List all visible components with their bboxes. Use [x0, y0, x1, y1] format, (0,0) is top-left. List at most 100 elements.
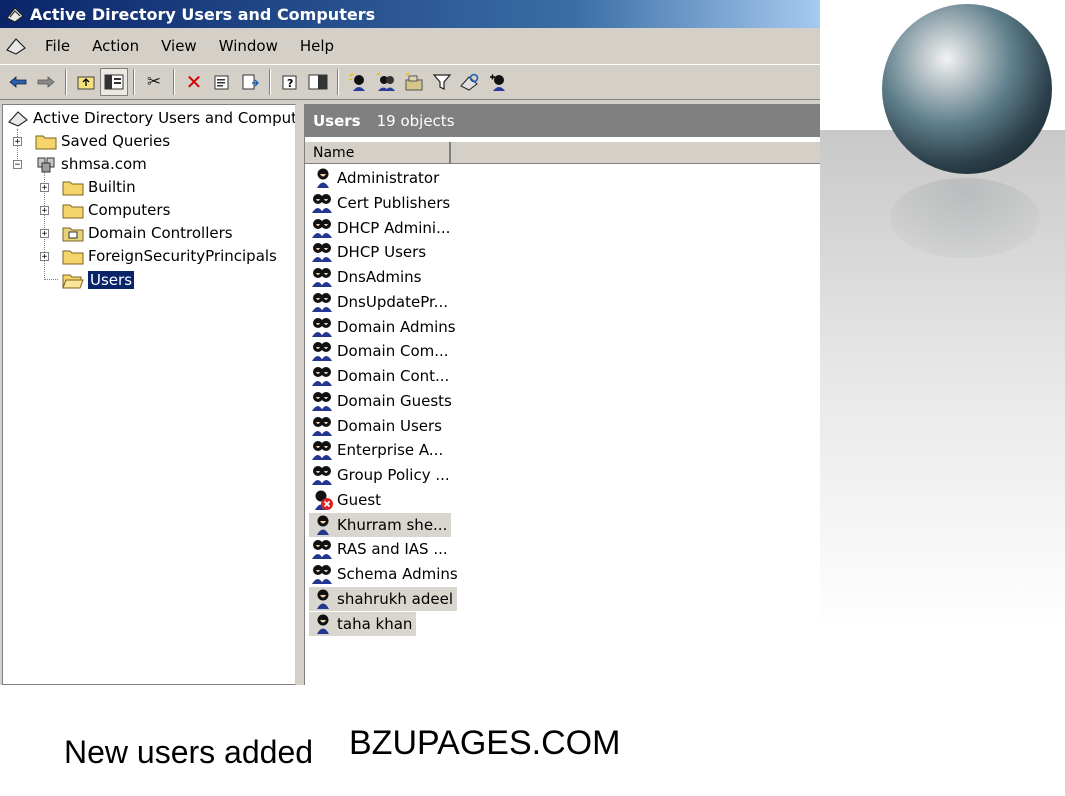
console-tree-icon[interactable]	[304, 68, 332, 96]
list-item-label: Cert Publishers	[337, 193, 451, 212]
tree-item-domain[interactable]: shmsa.com	[35, 153, 147, 175]
tree-item-users[interactable]: Users	[62, 269, 135, 291]
list-item-label: taha khan	[337, 614, 413, 633]
list-item-label: Domain Guests	[337, 391, 452, 410]
menu-file[interactable]: File	[34, 37, 81, 55]
show-hide-tree-icon[interactable]	[100, 68, 128, 96]
menu-action[interactable]: Action	[81, 37, 150, 55]
tree-item-computers[interactable]: Computers	[62, 199, 170, 221]
list-item[interactable]: taha khan	[309, 611, 417, 636]
toolbar-separator	[65, 69, 67, 95]
properties-icon[interactable]	[208, 68, 236, 96]
expand-builtin-icon[interactable]: +	[40, 183, 49, 193]
folder-icon	[62, 181, 84, 196]
list-item[interactable]: DHCP Users	[309, 240, 426, 264]
group-icon	[309, 390, 335, 412]
group-icon	[309, 217, 335, 239]
list-item[interactable]: RAS and IAS ...	[309, 537, 448, 561]
group-icon	[309, 365, 335, 387]
tree-item-foreign-security-principals[interactable]: ForeignSecurityPrincipals	[62, 245, 277, 267]
forward-arrow-icon[interactable]	[32, 68, 60, 96]
tree-item-domain-controllers[interactable]: Domain Controllers	[62, 222, 233, 244]
tree-item-saved-queries[interactable]: Saved Queries	[35, 130, 170, 152]
back-arrow-icon[interactable]	[4, 68, 32, 96]
tree-root-node[interactable]: Active Directory Users and Computer	[7, 107, 296, 129]
cut-icon[interactable]: ✂	[140, 68, 168, 96]
collapse-domain-icon[interactable]: −	[13, 160, 22, 170]
tree-item-label: Builtin	[88, 178, 136, 196]
column-header-name[interactable]: Name	[307, 142, 451, 163]
tree-item-label: Saved Queries	[61, 132, 171, 150]
list-item[interactable]: Group Policy ...	[309, 463, 450, 487]
list-item[interactable]: Domain Admins	[309, 315, 456, 339]
folder-icon	[35, 135, 57, 150]
container-title: Users	[313, 111, 361, 130]
console-menu-icon[interactable]	[4, 34, 28, 58]
list-item-label: DHCP Admini...	[337, 218, 451, 237]
pane-splitter[interactable]	[296, 104, 304, 685]
menu-view[interactable]: View	[150, 37, 208, 55]
new-ou-icon[interactable]	[400, 68, 428, 96]
tree-item-label: Domain Controllers	[88, 224, 233, 242]
list-item[interactable]: DnsAdmins	[309, 265, 422, 289]
up-folder-icon[interactable]	[72, 68, 100, 96]
list-item[interactable]: Guest	[309, 488, 381, 512]
list-item-label: Enterprise A...	[337, 441, 444, 460]
group-icon	[309, 241, 335, 263]
list-item[interactable]: Cert Publishers	[309, 191, 450, 215]
ou-icon	[62, 227, 84, 242]
list-item[interactable]: Administrator	[309, 166, 439, 190]
details-header: Users 19 objects	[305, 104, 820, 137]
list-item[interactable]: Khurram she...	[309, 512, 452, 537]
list-item[interactable]: Enterprise A...	[309, 438, 443, 462]
toolbar-separator	[337, 69, 339, 95]
list-item[interactable]: Domain Users	[309, 414, 442, 438]
list-item[interactable]: DnsUpdatePr...	[309, 290, 448, 314]
tree-line	[44, 279, 58, 280]
menu-bar: File Action View Window Help	[0, 30, 820, 62]
list-item-label: Guest	[337, 490, 382, 509]
add-to-group-icon[interactable]	[484, 68, 512, 96]
tree-item-builtin[interactable]: Builtin	[62, 176, 136, 198]
export-list-icon[interactable]	[236, 68, 264, 96]
list-item-label: Group Policy ...	[337, 466, 450, 484]
tree-item-label: ForeignSecurityPrincipals	[88, 247, 277, 265]
expand-computers-icon[interactable]: +	[40, 206, 49, 216]
tree-root-label: Active Directory Users and Computer	[33, 109, 296, 127]
group-icon	[309, 291, 335, 313]
help-icon[interactable]: ?	[276, 68, 304, 96]
group-icon	[309, 192, 335, 214]
group-icon	[309, 316, 335, 338]
list-item-label: Khurram she...	[337, 515, 448, 534]
expand-foreign-security-principals-icon[interactable]: +	[40, 252, 49, 262]
title-bar: Active Directory Users and Computers	[0, 0, 820, 28]
globe-reflection	[890, 178, 1040, 258]
window-title: Active Directory Users and Computers	[30, 4, 376, 24]
domain-icon	[37, 157, 55, 173]
list-item[interactable]: Domain Guests	[309, 389, 452, 413]
menu-window[interactable]: Window	[208, 37, 289, 55]
open-folder-icon	[62, 274, 84, 289]
list-item-label: Domain Users	[337, 416, 442, 435]
group-icon	[309, 439, 335, 461]
expand-domain-controllers-icon[interactable]: +	[40, 229, 49, 239]
list-item[interactable]: Domain Cont...	[309, 364, 449, 388]
list-item-label: Administrator	[337, 169, 440, 187]
list-item-label: DnsUpdatePr...	[337, 292, 449, 311]
new-group-icon[interactable]	[372, 68, 400, 96]
find-icon[interactable]	[456, 68, 484, 96]
filter-icon[interactable]	[428, 68, 456, 96]
expand-saved-queries-icon[interactable]: +	[13, 137, 22, 147]
menu-help[interactable]: Help	[289, 37, 345, 55]
list-item[interactable]: Schema Admins	[309, 562, 458, 586]
delete-icon[interactable]: ✕	[180, 68, 208, 96]
new-user-icon[interactable]	[344, 68, 372, 96]
folder-icon	[62, 204, 84, 219]
list-item-label: Domain Admins	[337, 317, 456, 336]
list-item[interactable]: shahrukh adeel	[309, 586, 457, 611]
user-icon	[309, 613, 335, 635]
aduc-app-icon	[6, 7, 24, 23]
list-item[interactable]: Domain Com...	[309, 339, 449, 363]
group-icon	[309, 464, 335, 486]
list-item[interactable]: DHCP Admini...	[309, 216, 450, 240]
